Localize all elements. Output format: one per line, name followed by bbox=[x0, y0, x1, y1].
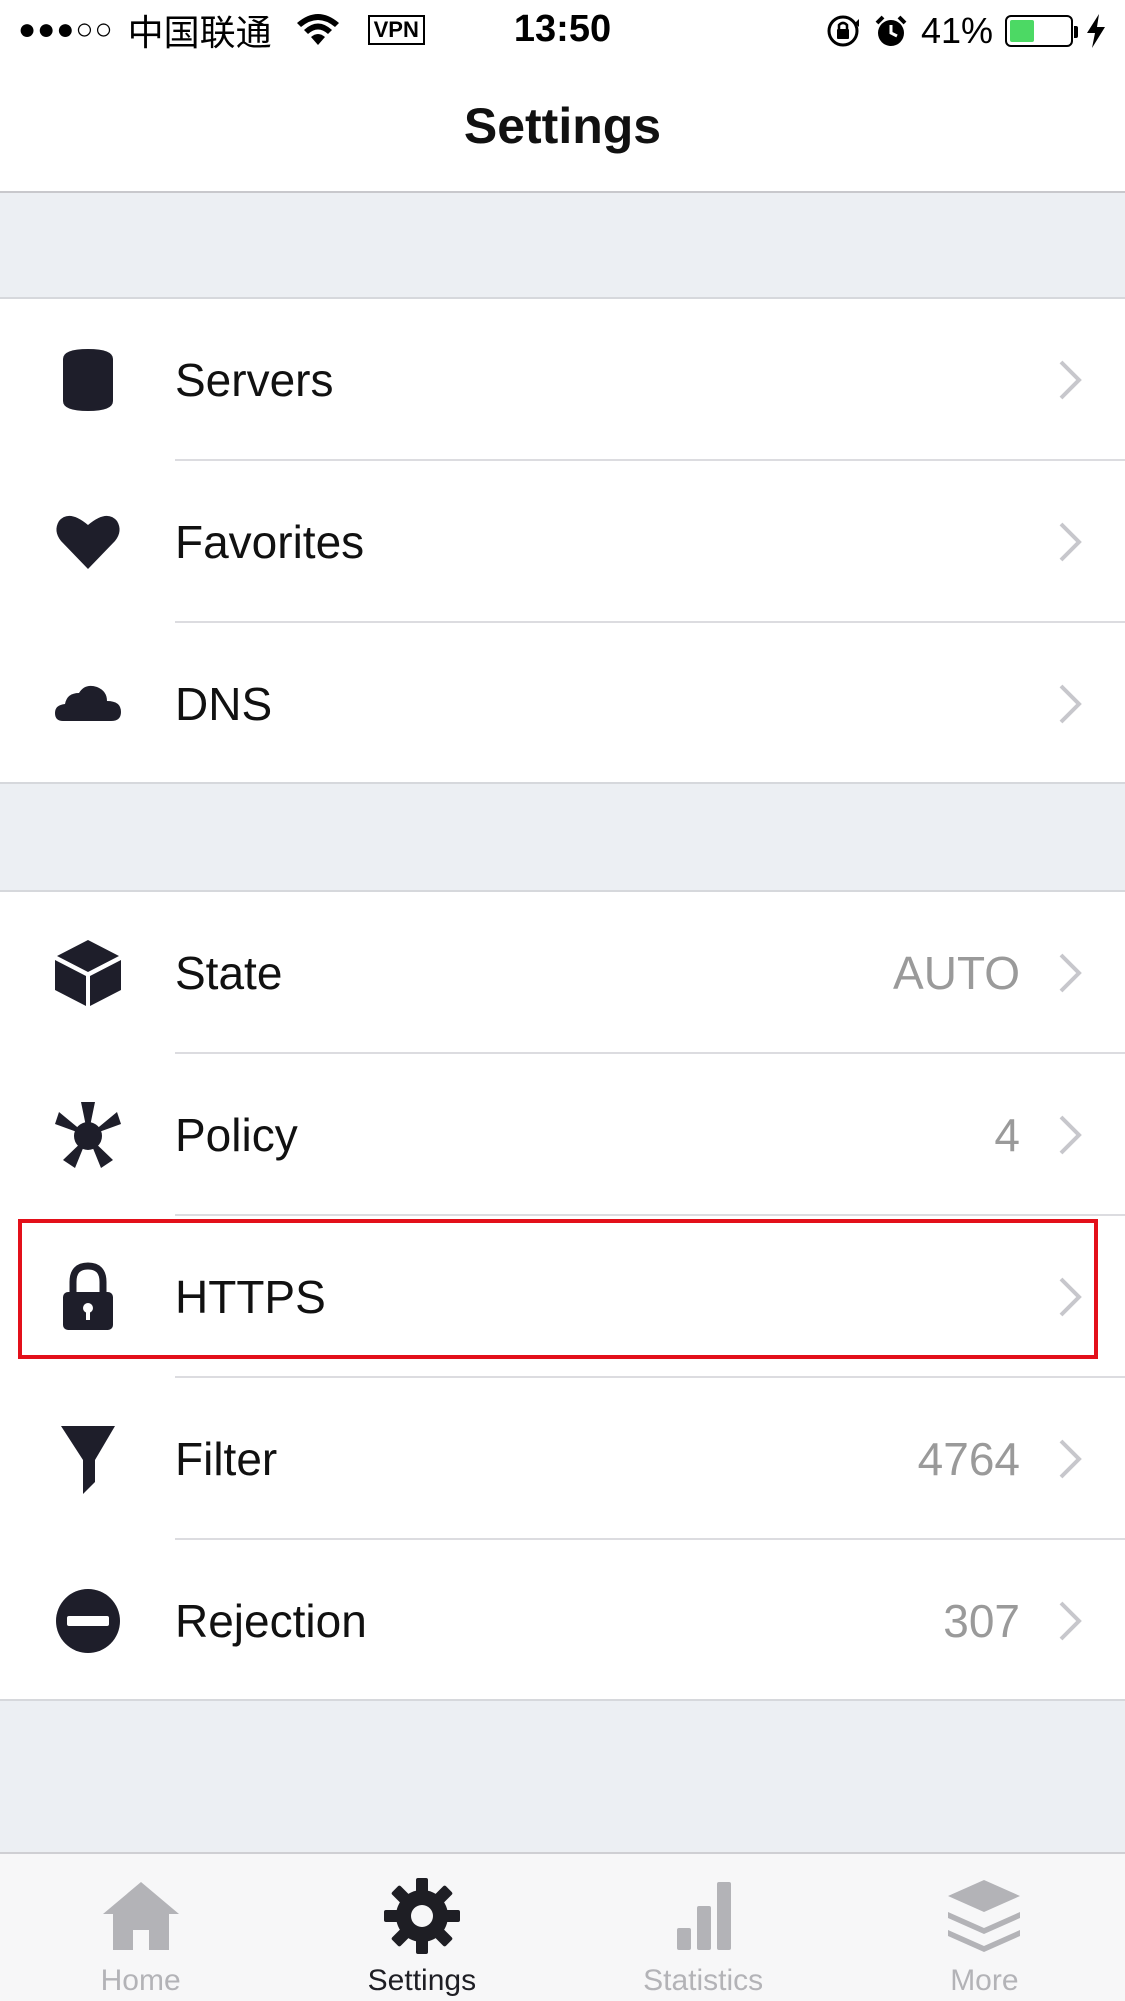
minus-circle-icon bbox=[50, 1583, 126, 1659]
row-label: Filter bbox=[175, 1433, 278, 1485]
row-label: Servers bbox=[175, 354, 334, 406]
settings-row-https[interactable]: HTTPS bbox=[0, 1216, 1125, 1378]
chevron-right-icon bbox=[1059, 684, 1082, 724]
settings-row-servers[interactable]: Servers bbox=[0, 299, 1125, 461]
tab-home[interactable]: Home bbox=[0, 1854, 281, 2001]
chevron-right-icon bbox=[1059, 1277, 1082, 1317]
navigation-bar: Settings bbox=[0, 60, 1125, 193]
row-label: Rejection bbox=[175, 1595, 367, 1647]
rotation-lock-icon bbox=[827, 15, 859, 47]
chevron-right-icon bbox=[1059, 1601, 1082, 1641]
row-label: State bbox=[175, 947, 283, 999]
tab-bar: Home Settings Statistics More bbox=[0, 1852, 1125, 2001]
vpn-badge: VPN bbox=[367, 15, 425, 45]
settings-row-dns[interactable]: DNS bbox=[0, 623, 1125, 785]
page-title: Settings bbox=[463, 97, 662, 154]
chevron-right-icon bbox=[1059, 1115, 1082, 1155]
row-value: 4764 bbox=[917, 1433, 1020, 1485]
row-value: 4 bbox=[994, 1109, 1020, 1161]
lock-icon bbox=[50, 1259, 126, 1335]
status-bar: ●●●○○ 中国联通 VPN 13:50 41% bbox=[0, 0, 1125, 60]
database-icon bbox=[50, 342, 126, 418]
row-label: HTTPS bbox=[175, 1271, 326, 1323]
settings-row-policy[interactable]: Policy 4 bbox=[0, 1054, 1125, 1216]
chevron-right-icon bbox=[1059, 1439, 1082, 1479]
section-spacer bbox=[0, 782, 1125, 892]
row-value: AUTO bbox=[893, 947, 1020, 999]
heart-icon bbox=[50, 504, 126, 580]
section-spacer bbox=[0, 193, 1125, 299]
row-label: DNS bbox=[175, 678, 273, 730]
settings-row-filter[interactable]: Filter 4764 bbox=[0, 1378, 1125, 1540]
row-value: 307 bbox=[943, 1595, 1020, 1647]
row-label: Policy bbox=[175, 1109, 298, 1161]
signal-strength: ●●●○○ bbox=[18, 13, 114, 46]
battery-level-fill bbox=[1010, 20, 1034, 42]
tab-more[interactable]: More bbox=[844, 1854, 1125, 2001]
bar-chart-icon bbox=[677, 1882, 732, 1950]
cloud-icon bbox=[50, 666, 126, 742]
battery-icon bbox=[1005, 15, 1078, 47]
alarm-icon bbox=[875, 15, 907, 46]
tab-label: Settings bbox=[367, 1964, 477, 1997]
section-spacer bbox=[0, 1701, 1125, 1852]
chevron-right-icon bbox=[1059, 360, 1082, 400]
policy-icon bbox=[50, 1097, 126, 1173]
app-screen: ●●●○○ 中国联通 VPN 13:50 41% Settings Server… bbox=[0, 0, 1125, 2001]
tab-settings[interactable]: Settings bbox=[281, 1854, 562, 2001]
chevron-right-icon bbox=[1059, 953, 1082, 993]
chevron-right-icon bbox=[1059, 522, 1082, 562]
funnel-icon bbox=[50, 1421, 126, 1497]
layers-icon bbox=[948, 1880, 1021, 1952]
tab-label: More bbox=[950, 1964, 1019, 1997]
charging-bolt-icon bbox=[1087, 14, 1105, 48]
settings-row-state[interactable]: State AUTO bbox=[0, 892, 1125, 1054]
tab-label: Home bbox=[100, 1964, 181, 1997]
tab-label: Statistics bbox=[643, 1964, 764, 1997]
gear-icon bbox=[383, 1878, 460, 1954]
carrier-name: 中国联通 bbox=[127, 12, 272, 53]
cube-icon bbox=[50, 935, 126, 1011]
settings-group-rules: State AUTO Policy 4 HTTPS Filter 4764 Re… bbox=[0, 890, 1125, 1701]
settings-row-favorites[interactable]: Favorites bbox=[0, 461, 1125, 623]
row-label: Favorites bbox=[175, 516, 365, 568]
settings-row-rejection[interactable]: Rejection 307 bbox=[0, 1540, 1125, 1702]
battery-percent: 41% bbox=[920, 10, 993, 51]
home-icon bbox=[102, 1882, 179, 1950]
tab-statistics[interactable]: Statistics bbox=[563, 1854, 844, 2001]
wifi-icon bbox=[296, 14, 339, 45]
settings-group-connection: Servers Favorites DNS bbox=[0, 297, 1125, 784]
